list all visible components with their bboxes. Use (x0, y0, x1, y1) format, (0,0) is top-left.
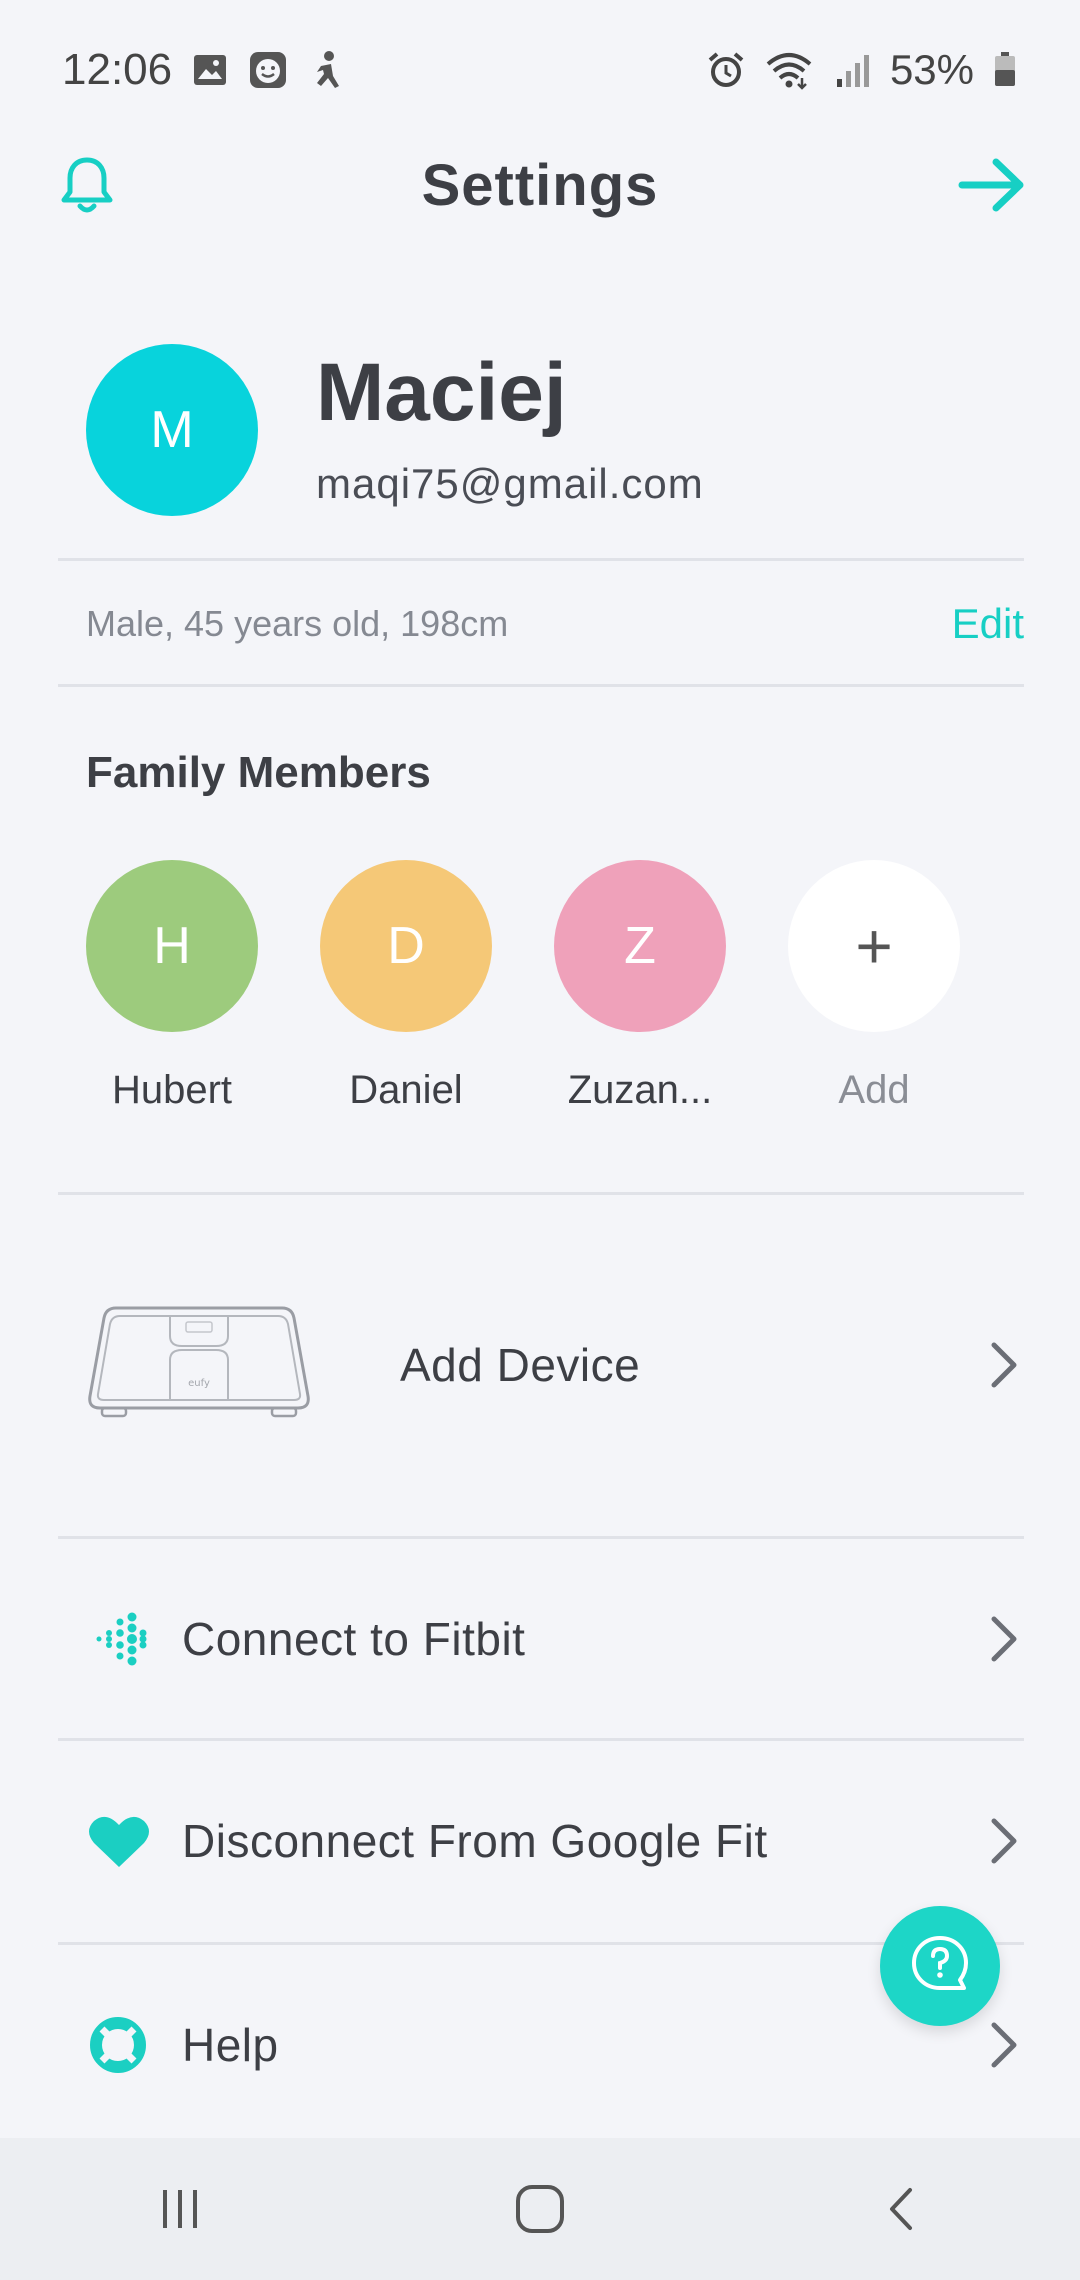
help-label: Help (182, 2019, 279, 2071)
connect-fitbit-label: Connect to Fitbit (182, 1613, 526, 1665)
member-avatar[interactable]: Z (554, 860, 726, 1032)
status-bar: 12:06 53% (0, 0, 1080, 140)
page-title: Settings (421, 152, 659, 218)
system-nav-bar (0, 2138, 1080, 2280)
avatar[interactable]: M (86, 344, 258, 516)
chevron-right-icon (984, 1335, 1024, 1395)
profile-card[interactable]: M Maciej maqi75@gmail.com (86, 344, 704, 516)
scale-image: eufy (86, 1300, 312, 1430)
add-label: Add (838, 1068, 910, 1112)
gallery-icon (190, 50, 230, 90)
edit-button[interactable]: Edit (952, 600, 1024, 648)
add-device-row[interactable]: eufy Add Device (58, 1270, 1024, 1460)
profile-name: Maciej (316, 347, 567, 438)
face-icon (248, 50, 288, 90)
connect-fitbit-row[interactable]: Connect to Fitbit (58, 1540, 1024, 1738)
chevron-right-icon (984, 1811, 1024, 1871)
divider (58, 1738, 1024, 1741)
family-member-hubert[interactable]: H Hubert (86, 860, 258, 1113)
add-family-member-button[interactable]: + Add (788, 860, 960, 1113)
divider (58, 1192, 1024, 1195)
help-row[interactable]: Help (58, 1946, 1024, 2144)
battery-icon (992, 50, 1018, 90)
signal-icon (832, 50, 872, 90)
wifi-icon (764, 50, 814, 90)
member-avatar[interactable]: H (86, 860, 258, 1032)
profile-info-row: Male, 45 years old, 198cm Edit (86, 592, 1024, 656)
question-chat-icon (908, 1932, 972, 2001)
divider (58, 1536, 1024, 1539)
member-name: Zuzan... (567, 1068, 713, 1112)
chevron-right-icon (984, 2015, 1024, 2075)
member-name: Daniel (349, 1068, 463, 1112)
google-fit-label: Disconnect From Google Fit (182, 1815, 768, 1867)
divider (58, 684, 1024, 687)
back-button[interactable] (855, 2164, 945, 2254)
family-members-title: Family Members (86, 748, 431, 797)
heart-icon (58, 1813, 182, 1869)
recent-apps-button[interactable] (135, 2164, 225, 2254)
family-members-list: H Hubert D Daniel Z Zuzan... + Add (86, 860, 960, 1113)
profile-email: maqi75@gmail.com (316, 460, 704, 507)
battery-percent: 53% (889, 46, 974, 93)
google-fit-row[interactable]: Disconnect From Google Fit (58, 1742, 1024, 1940)
arrow-right-icon[interactable] (956, 152, 1028, 218)
runner-icon (306, 50, 346, 90)
scale-brand: eufy (188, 1378, 210, 1389)
add-device-label: Add Device (400, 1339, 641, 1391)
divider (58, 1942, 1024, 1945)
home-button[interactable] (495, 2164, 585, 2254)
member-avatar[interactable]: D (320, 860, 492, 1032)
plus-icon[interactable]: + (788, 860, 960, 1032)
chevron-right-icon (984, 1609, 1024, 1669)
support-chat-button[interactable] (880, 1906, 1000, 2026)
profile-info: Male, 45 years old, 198cm (86, 603, 509, 644)
status-time: 12:06 (62, 45, 173, 94)
family-member-daniel[interactable]: D Daniel (320, 860, 492, 1113)
bell-icon[interactable] (56, 154, 118, 216)
divider (58, 558, 1024, 561)
header: Settings (0, 130, 1080, 240)
fitbit-icon (58, 1609, 182, 1669)
alarm-icon (706, 50, 746, 90)
family-member-zuzanna[interactable]: Z Zuzan... (554, 860, 726, 1113)
lifebuoy-icon (58, 2015, 182, 2075)
member-name: Hubert (111, 1068, 233, 1112)
